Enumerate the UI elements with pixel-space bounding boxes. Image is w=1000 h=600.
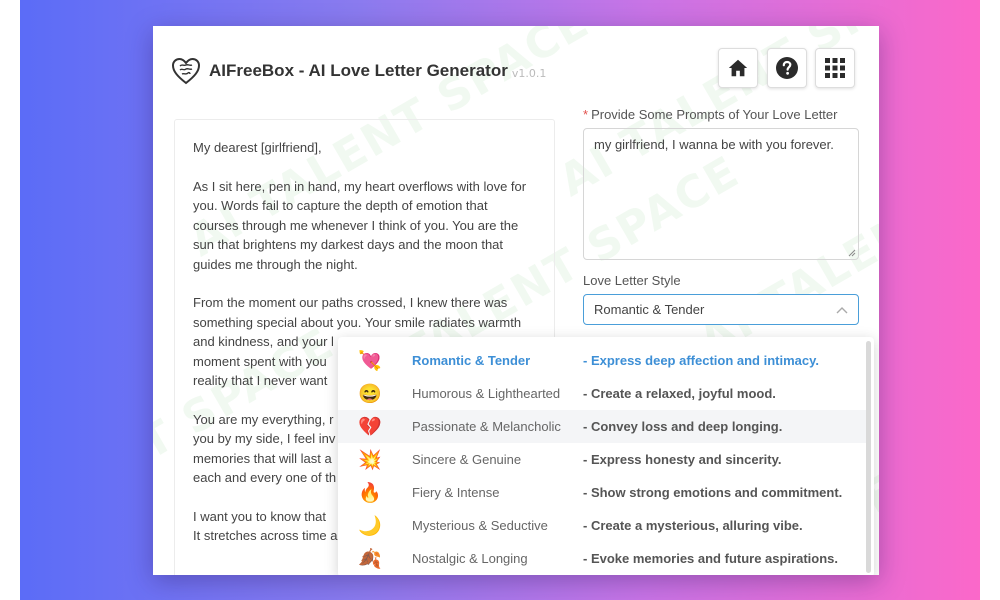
heart-brain-logo-icon	[171, 57, 201, 85]
option-name: Passionate & Melancholic	[412, 419, 561, 434]
style-label: Love Letter Style	[583, 273, 681, 288]
broken-heart-icon: 💔	[358, 416, 382, 438]
option-desc: - Convey loss and deep longing.	[583, 419, 783, 434]
style-option-mysterious[interactable]: 🌙 Mysterious & Seductive - Create a myst…	[338, 509, 866, 542]
option-desc: - Express honesty and sincerity.	[583, 452, 782, 467]
app-header: AIFreeBox - AI Love Letter Generator v1.…	[171, 56, 546, 86]
spark-icon: 💥	[358, 449, 382, 471]
option-name: Romantic & Tender	[412, 353, 531, 368]
app-window: AI TALENT SPACE AI TALENT SPACE AI TALEN…	[153, 26, 879, 575]
option-desc: - Show strong emotions and commitment.	[583, 485, 843, 500]
home-icon	[728, 59, 748, 77]
style-option-humorous[interactable]: 😄 Humorous & Lighthearted - Create a rel…	[338, 377, 866, 410]
heart-arrow-icon: 💘	[358, 350, 382, 372]
home-button[interactable]	[718, 48, 758, 88]
fire-icon: 🔥	[358, 482, 382, 504]
option-name: Humorous & Lighthearted	[412, 386, 561, 401]
style-dropdown: 💘 Romantic & Tender - Express deep affec…	[338, 337, 874, 575]
option-desc: - Evoke memories and future aspirations.	[583, 551, 839, 566]
option-name: Nostalgic & Longing	[412, 551, 528, 566]
app-title: AIFreeBox - AI Love Letter Generator	[209, 61, 508, 80]
help-button[interactable]	[767, 48, 807, 88]
style-option-sincere[interactable]: 💥 Sincere & Genuine - Express honesty an…	[338, 443, 866, 476]
prompt-textarea[interactable]: my girlfriend, I wanna be with you forev…	[583, 128, 859, 260]
option-name: Sincere & Genuine	[412, 452, 522, 467]
letter-paragraph: My dearest [girlfriend],	[193, 140, 322, 155]
dropdown-scrollbar[interactable]	[866, 341, 871, 573]
required-mark: *	[583, 107, 589, 122]
style-selected-value: Romantic & Tender	[594, 302, 705, 317]
style-option-fiery[interactable]: 🔥 Fiery & Intense - Show strong emotions…	[338, 476, 866, 509]
apps-grid-button[interactable]	[815, 48, 855, 88]
prompt-value: my girlfriend, I wanna be with you forev…	[594, 137, 834, 152]
style-option-nostalgic[interactable]: 🍂 Nostalgic & Longing - Evoke memories a…	[338, 542, 866, 575]
style-option-romantic[interactable]: 💘 Romantic & Tender - Express deep affec…	[338, 344, 866, 377]
grid-icon	[825, 58, 845, 78]
style-select[interactable]: Romantic & Tender	[583, 294, 859, 325]
help-icon	[776, 57, 798, 79]
prompt-label: * Provide Some Prompts of Your Love Lette…	[583, 107, 837, 122]
moon-icon: 🌙	[358, 515, 382, 537]
fallen-leaf-icon: 🍂	[358, 548, 382, 570]
style-option-passionate[interactable]: 💔 Passionate & Melancholic - Convey loss…	[338, 410, 866, 443]
option-desc: - Express deep affection and intimacy.	[583, 353, 819, 368]
option-desc: - Create a relaxed, joyful mood.	[583, 386, 776, 401]
smile-icon: 😄	[358, 383, 382, 405]
option-name: Fiery & Intense	[412, 485, 500, 500]
app-version: v1.0.1	[511, 66, 547, 80]
resize-handle-icon[interactable]	[848, 249, 856, 257]
chevron-up-icon	[836, 306, 848, 313]
letter-paragraph: As I sit here, pen in hand, my heart ove…	[193, 178, 527, 272]
option-desc: - Create a mysterious, alluring vibe.	[583, 518, 803, 533]
prompt-label-text: Provide Some Prompts of Your Love Letter	[591, 107, 838, 122]
option-name: Mysterious & Seductive	[412, 518, 548, 533]
